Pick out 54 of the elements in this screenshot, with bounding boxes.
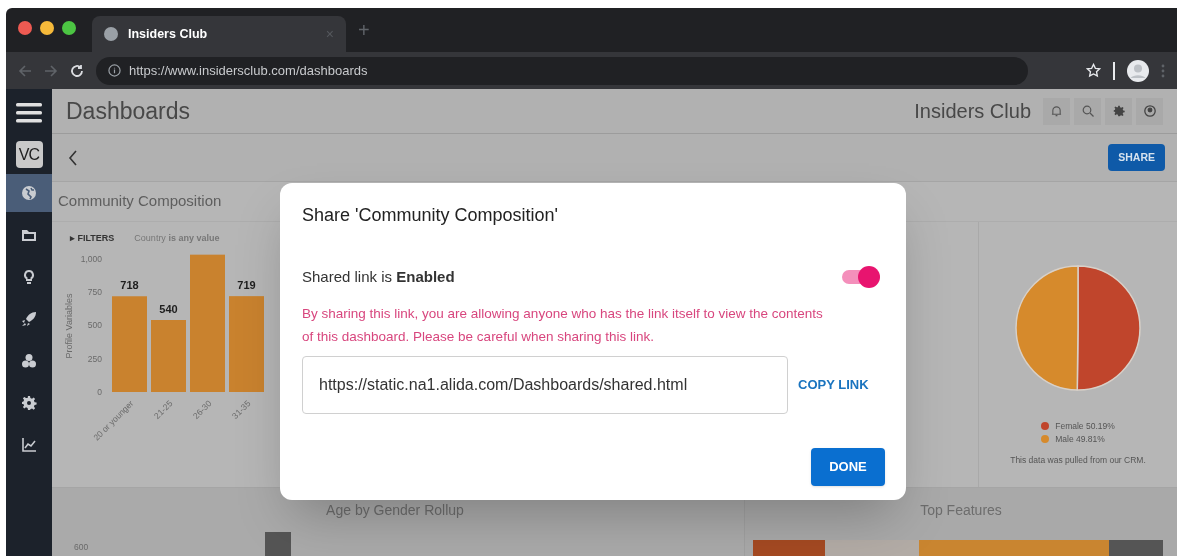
logo: VC bbox=[15, 141, 43, 168]
rocket-icon bbox=[21, 311, 37, 327]
reload-icon[interactable] bbox=[70, 63, 84, 78]
tab-title: Insiders Club bbox=[128, 25, 209, 43]
address-field[interactable]: https://www.insidersclub.com/dashboards bbox=[96, 56, 1028, 85]
folder-icon bbox=[21, 227, 37, 243]
dialog-title: Share 'Community Composition' bbox=[302, 204, 559, 227]
value-label: 718 bbox=[120, 278, 139, 291]
search-icon bbox=[1081, 105, 1094, 117]
legend-label: Female 50.19% bbox=[1055, 420, 1115, 433]
notifications-button[interactable] bbox=[1043, 97, 1070, 125]
page-title: Dashboards bbox=[66, 96, 191, 126]
settings-icon bbox=[1112, 105, 1125, 117]
brand-name: Insiders Club bbox=[914, 99, 1031, 124]
bell-icon bbox=[1051, 105, 1062, 117]
link-field[interactable]: https://static.na1.alida.com/Dashboards/shared.html bbox=[302, 356, 788, 414]
lightbulb-icon bbox=[21, 269, 37, 285]
tick-label: 750 bbox=[87, 286, 102, 297]
value-label: 540 bbox=[159, 302, 178, 315]
settings-button[interactable] bbox=[1105, 97, 1132, 125]
user-circle-icon bbox=[1143, 105, 1156, 117]
line-chart-icon bbox=[21, 437, 37, 453]
card-title: Community Composition bbox=[58, 191, 222, 212]
browser-tab[interactable]: Insiders Club × bbox=[92, 16, 346, 52]
bar-chart-drawing bbox=[265, 532, 292, 556]
warning-text: By sharing this link, you are allowing anyone who has the link itself to view the contents of this dashboard. Please be careful when sharing this link. bbox=[302, 305, 824, 346]
cubes-icon bbox=[21, 353, 37, 369]
tick-label: 0 bbox=[97, 386, 102, 397]
tick-label: 1,000 bbox=[80, 253, 102, 264]
back-chevron-icon[interactable] bbox=[68, 149, 78, 166]
share-button[interactable]: SHARE bbox=[1108, 144, 1165, 171]
legend-label: Male 49.81% bbox=[1055, 432, 1105, 446]
value-label: 719 bbox=[237, 278, 256, 291]
tick-label: 500 bbox=[87, 319, 102, 330]
url-text: https://www.insidersclub.com/dashboards bbox=[129, 61, 368, 80]
avatar-icon[interactable] bbox=[1127, 59, 1149, 82]
gear-icon bbox=[21, 395, 37, 411]
share-status: Shared link is Enabled bbox=[302, 266, 456, 287]
star-icon[interactable] bbox=[1086, 63, 1101, 78]
info-icon bbox=[108, 64, 121, 77]
globe-icon bbox=[21, 185, 37, 201]
done-button[interactable]: DONE bbox=[811, 448, 885, 486]
new-tab-button[interactable]: + bbox=[358, 16, 370, 44]
search-button[interactable] bbox=[1074, 97, 1101, 125]
card-title: Top Features bbox=[920, 501, 1002, 520]
copy-link-button[interactable]: COPY LINK bbox=[798, 375, 869, 395]
favicon-icon bbox=[104, 27, 118, 41]
menu-icon[interactable] bbox=[16, 101, 42, 125]
tick-label: 250 bbox=[87, 353, 102, 364]
filters-toggle[interactable]: ▸ FILTERS bbox=[70, 232, 115, 246]
axis-title: Profile Variables bbox=[64, 293, 74, 358]
data-source-note: This data was pulled from our CRM. bbox=[1010, 453, 1146, 467]
filter-summary: Country is any value bbox=[134, 232, 220, 245]
account-button[interactable] bbox=[1136, 97, 1163, 125]
